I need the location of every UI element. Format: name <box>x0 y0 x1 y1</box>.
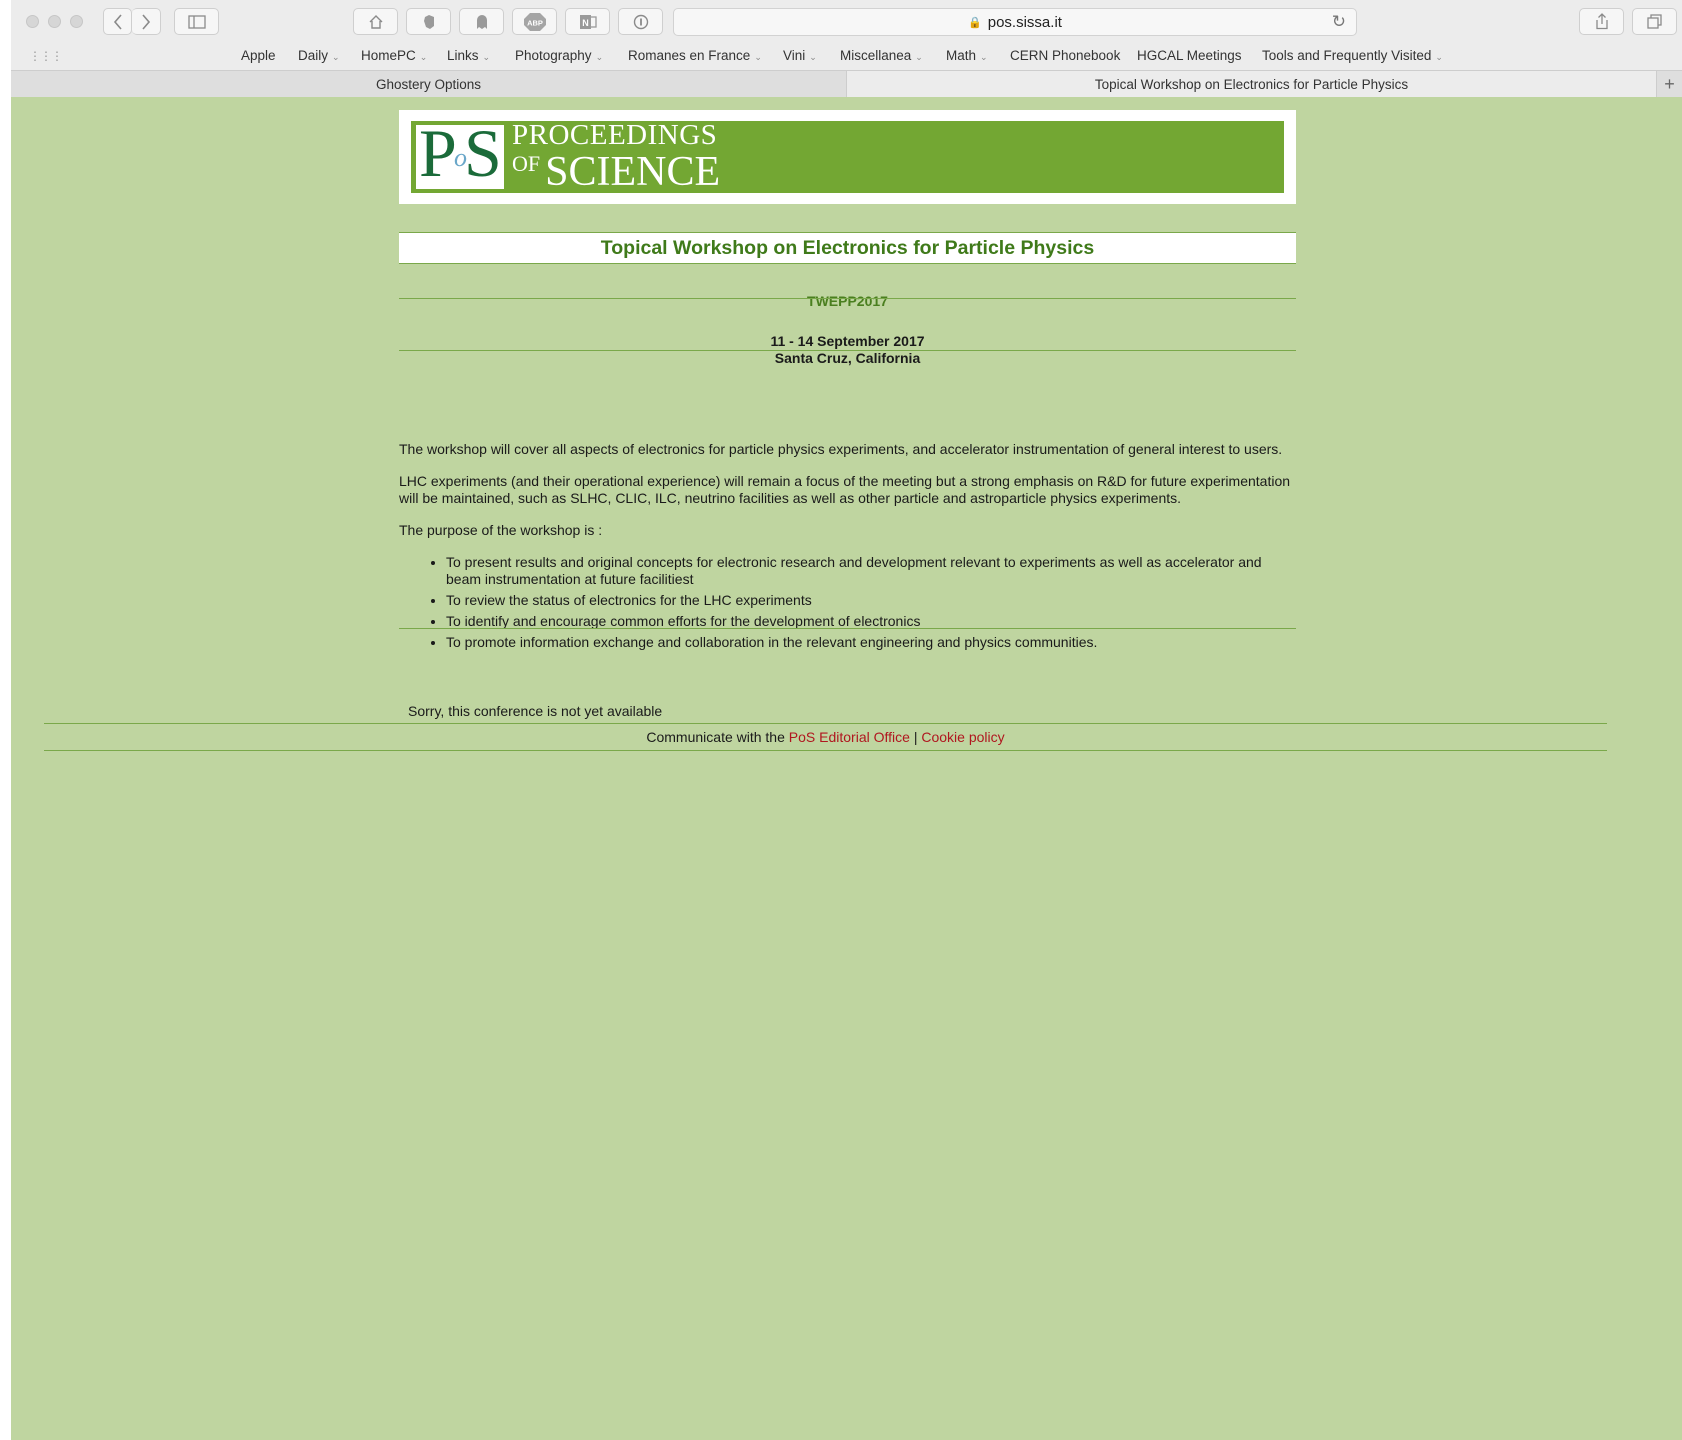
bookmark-links[interactable]: Links ⌄ <box>447 48 490 63</box>
purpose-item: To promote information exchange and coll… <box>446 634 1296 651</box>
purpose-list: To present results and original concepts… <box>399 554 1296 651</box>
address-bar[interactable]: 🔒 pos.sissa.it ↻ <box>673 8 1357 36</box>
home-button[interactable] <box>353 8 398 35</box>
purpose-item: To review the status of electronics for … <box>446 592 1296 609</box>
purpose-item: To present results and original concepts… <box>446 554 1296 588</box>
tab-bar: Ghostery Options Topical Workshop on Ele… <box>11 70 1682 97</box>
conference-acronym: TWEPP2017 <box>807 293 888 309</box>
pos-banner: P o S PROCEEDINGS OF SCIENCE <box>399 110 1296 204</box>
bookmark-photography[interactable]: Photography ⌄ <box>515 48 603 63</box>
bookmark-homepc[interactable]: HomePC ⌄ <box>361 48 427 63</box>
page-body: P o S PROCEEDINGS OF SCIENCE Topical Work… <box>11 97 1682 1440</box>
bookmark-miscellanea[interactable]: Miscellanea ⌄ <box>840 48 923 63</box>
pos-wordmark-line2: OF SCIENCE <box>512 149 721 195</box>
grid-icon[interactable]: ⋮⋮⋮ <box>29 49 63 63</box>
chevron-down-icon: ⌄ <box>915 52 923 62</box>
browser-toolbar: ABP N 🔒 pos.sissa.it ↻ <box>11 0 1682 43</box>
footer-divider <box>44 723 1607 724</box>
browser-chrome: ABP N 🔒 pos.sissa.it ↻ ⋮⋮⋮ Apple Daily ⌄ … <box>11 0 1682 97</box>
reload-icon[interactable]: ↻ <box>1332 12 1346 32</box>
chevron-down-icon: ⌄ <box>809 52 817 62</box>
pos-wordmark: PROCEEDINGS OF SCIENCE <box>512 119 721 195</box>
lock-icon: 🔒 <box>968 16 982 29</box>
description-paragraph: The workshop will cover all aspects of e… <box>399 441 1283 457</box>
sidebar-toggle-button[interactable] <box>174 8 219 35</box>
bookmark-math[interactable]: Math ⌄ <box>946 48 988 63</box>
ghostery-button[interactable] <box>459 8 504 35</box>
divider <box>399 298 1296 299</box>
conference-location: Santa Cruz, California <box>774 350 921 366</box>
chevron-down-icon: ⌄ <box>332 52 340 62</box>
pos-wordmark-line1: PROCEEDINGS <box>512 119 718 151</box>
bookmark-tools-frequently-visited[interactable]: Tools and Frequently Visited ⌄ <box>1262 48 1443 63</box>
tabs-icon <box>1646 14 1662 29</box>
bookmark-vini[interactable]: Vini ⌄ <box>783 48 817 63</box>
chevron-down-icon: ⌄ <box>419 52 428 62</box>
zoom-window-button[interactable] <box>70 15 83 28</box>
divider <box>399 628 1296 629</box>
plus-icon: + <box>1664 73 1675 94</box>
forward-button[interactable] <box>132 8 161 35</box>
onenote-button[interactable]: N <box>565 8 610 35</box>
new-tab-button[interactable]: + <box>1656 70 1682 97</box>
footer-prefix: Communicate with the <box>646 729 785 745</box>
bookmark-hgcal-meetings[interactable]: HGCAL Meetings <box>1137 48 1242 63</box>
conference-description: The workshop will cover all aspects of e… <box>399 441 1296 655</box>
chevron-right-icon <box>142 13 151 30</box>
footer-separator: | <box>913 729 918 745</box>
editorial-office-link[interactable]: PoS Editorial Office <box>789 729 910 745</box>
home-icon <box>369 15 382 29</box>
bookmark-apple[interactable]: Apple <box>241 48 276 63</box>
share-icon <box>1595 13 1608 30</box>
cookie-policy-link[interactable]: Cookie policy <box>921 729 1004 745</box>
chevron-down-icon: ⌄ <box>482 52 491 62</box>
chevron-down-icon: ⌄ <box>754 52 762 62</box>
chevron-down-icon: ⌄ <box>595 52 604 62</box>
adblock-label: ABP <box>527 18 543 27</box>
svg-text:N: N <box>582 18 589 28</box>
pos-banner-strip: P o S PROCEEDINGS OF SCIENCE <box>411 119 1284 195</box>
onenote-icon: N <box>579 14 597 29</box>
password-manager-button[interactable] <box>618 8 663 35</box>
back-button[interactable] <box>103 8 132 35</box>
pos-logo[interactable]: P o S <box>416 119 504 189</box>
chevron-left-icon <box>113 13 122 30</box>
tab-overview-button[interactable] <box>1632 8 1677 35</box>
footer-divider <box>44 750 1607 751</box>
ghostery-icon <box>476 14 487 29</box>
tab-ghostery-options[interactable]: Ghostery Options <box>11 70 846 97</box>
footer: Communicate with the PoS Editorial Offic… <box>44 729 1607 745</box>
evernote-button[interactable] <box>406 8 451 35</box>
tab-twepp[interactable]: Topical Workshop on Electronics for Part… <box>846 70 1656 97</box>
adblock-icon: ABP <box>523 12 546 31</box>
bookmarks-bar: ⋮⋮⋮ Apple Daily ⌄ HomePC ⌄ Links ⌄ Photogra… <box>11 43 1682 70</box>
purpose-intro: The purpose of the workshop is : <box>399 522 603 538</box>
password-icon <box>633 14 648 29</box>
description-paragraph: LHC experiments (and their operational e… <box>399 473 1291 506</box>
chevron-down-icon: ⌄ <box>1435 52 1443 62</box>
share-button[interactable] <box>1579 8 1624 35</box>
adblock-button[interactable]: ABP <box>512 8 557 35</box>
divider <box>399 350 1296 351</box>
availability-message: Sorry, this conference is not yet availa… <box>408 703 663 719</box>
address-url: pos.sissa.it <box>987 13 1062 31</box>
sidebar-icon <box>187 14 206 29</box>
bookmark-cern-phonebook[interactable]: CERN Phonebook <box>1010 48 1120 63</box>
chevron-down-icon: ⌄ <box>980 52 988 62</box>
conference-title: Topical Workshop on Electronics for Part… <box>399 232 1296 264</box>
minimize-window-button[interactable] <box>48 15 61 28</box>
bookmark-daily[interactable]: Daily ⌄ <box>298 48 340 63</box>
bookmark-romanes-en-france[interactable]: Romanes en France ⌄ <box>628 48 762 63</box>
conference-dates: 11 - 14 September 2017 <box>770 333 925 349</box>
evernote-icon <box>423 14 434 29</box>
close-window-button[interactable] <box>26 15 39 28</box>
